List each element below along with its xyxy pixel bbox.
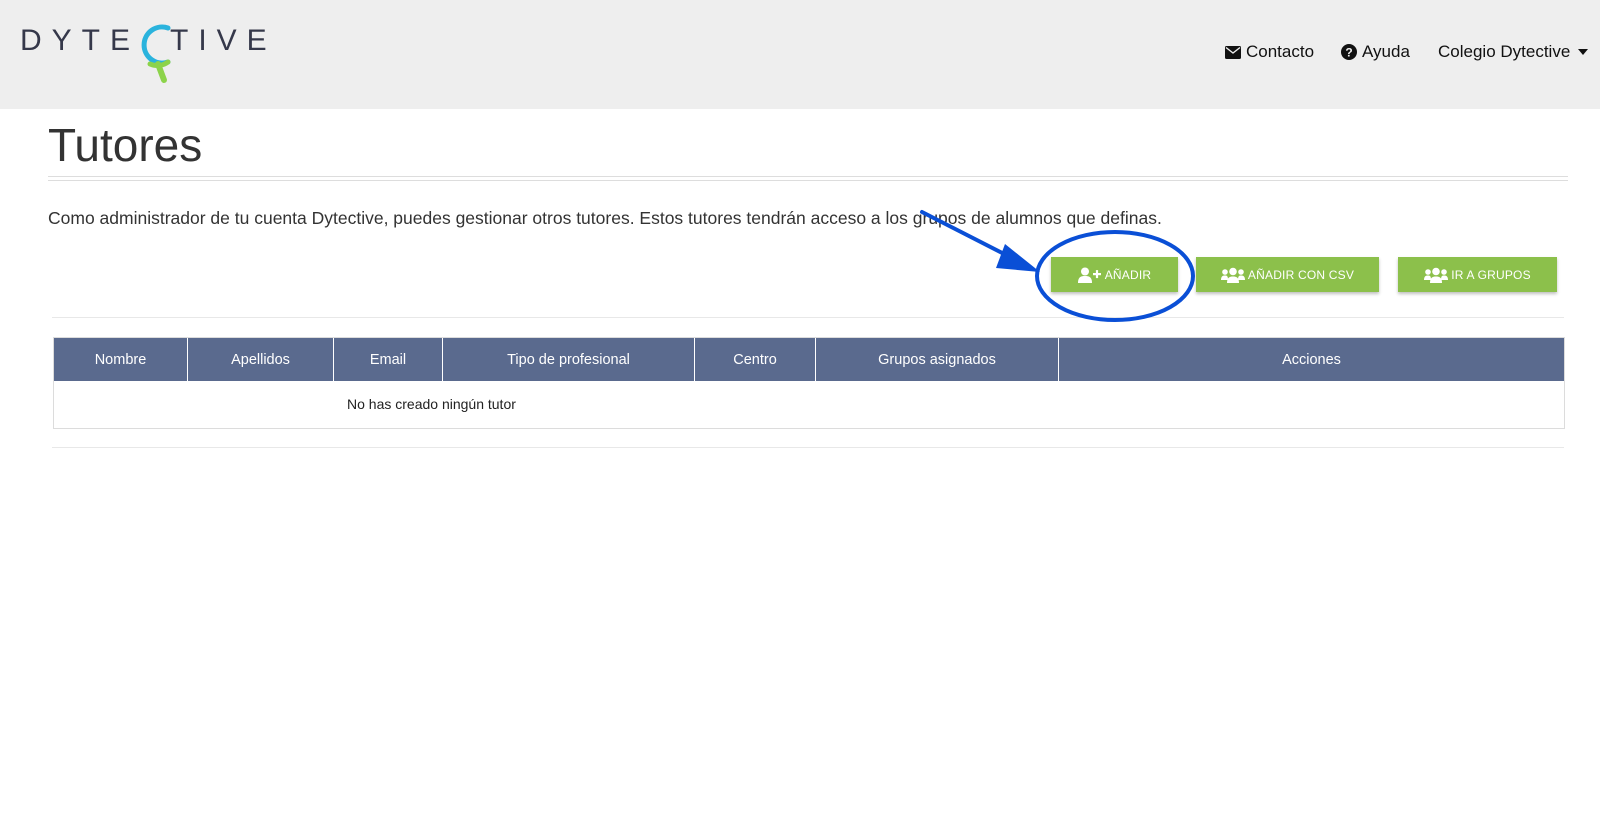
nav-help-link[interactable]: ? Ayuda: [1341, 42, 1410, 62]
account-label: Colegio Dytective: [1438, 42, 1571, 61]
table-body: No has creado ningún tutor: [54, 381, 1564, 428]
nav-contact-label: Contacto: [1246, 42, 1315, 61]
column-header-apellidos[interactable]: Apellidos: [188, 338, 334, 381]
top-navbar: DYTE TIVE Contacto ? Ayuda Colegio Dytec…: [0, 0, 1600, 109]
column-header-grupos-asignados[interactable]: Grupos asignados: [816, 338, 1059, 381]
add-tutor-button[interactable]: AÑADIR: [1051, 257, 1178, 292]
users-icon: [1424, 267, 1449, 283]
nav-help-label: Ayuda: [1362, 42, 1410, 61]
column-header-tipo-profesional[interactable]: Tipo de profesional: [443, 338, 695, 381]
svg-text:?: ?: [1345, 46, 1352, 60]
column-header-acciones: Acciones: [1282, 351, 1341, 368]
add-csv-label: AÑADIR CON CSV: [1247, 267, 1355, 282]
page-title: Tutores: [48, 119, 203, 171]
tutors-table: Nombre Apellidos Email Tipo de profesion…: [53, 337, 1565, 429]
add-csv-button[interactable]: AÑADIR CON CSV: [1196, 257, 1379, 292]
empty-table-message: No has creado ningún tutor: [347, 396, 516, 412]
intro-text: Como administrador de tu cuenta Dytectiv…: [48, 208, 1162, 228]
go-to-groups-label: IR A GRUPOS: [1451, 267, 1531, 282]
logo-text-right: TIVE: [170, 24, 277, 57]
users-icon: [1220, 267, 1245, 283]
go-to-groups-button[interactable]: IR A GRUPOS: [1398, 257, 1557, 292]
question-circle-icon: ?: [1341, 44, 1357, 60]
user-plus-icon: [1077, 267, 1101, 283]
section-divider: [52, 317, 1564, 318]
logo-text-left: DYTE: [20, 24, 141, 57]
annotation-arrow-head: [996, 244, 1040, 272]
title-divider: [48, 176, 1568, 181]
table-header: Nombre Apellidos Email Tipo de profesion…: [54, 338, 1564, 381]
envelope-icon: [1225, 45, 1241, 59]
column-header-nombre[interactable]: Nombre: [54, 338, 188, 381]
add-tutor-label: AÑADIR: [1104, 267, 1152, 282]
dytective-logo[interactable]: DYTE TIVE: [20, 18, 270, 92]
table-bottom-divider: [52, 447, 1564, 448]
account-dropdown[interactable]: Colegio Dytective: [1438, 42, 1589, 62]
column-header-centro[interactable]: Centro: [695, 338, 816, 381]
nav-contact-link[interactable]: Contacto: [1225, 42, 1314, 62]
caret-down-icon: [1578, 49, 1589, 55]
top-nav: Contacto ? Ayuda Colegio Dytective: [1200, 42, 1600, 66]
column-header-email[interactable]: Email: [334, 338, 443, 381]
